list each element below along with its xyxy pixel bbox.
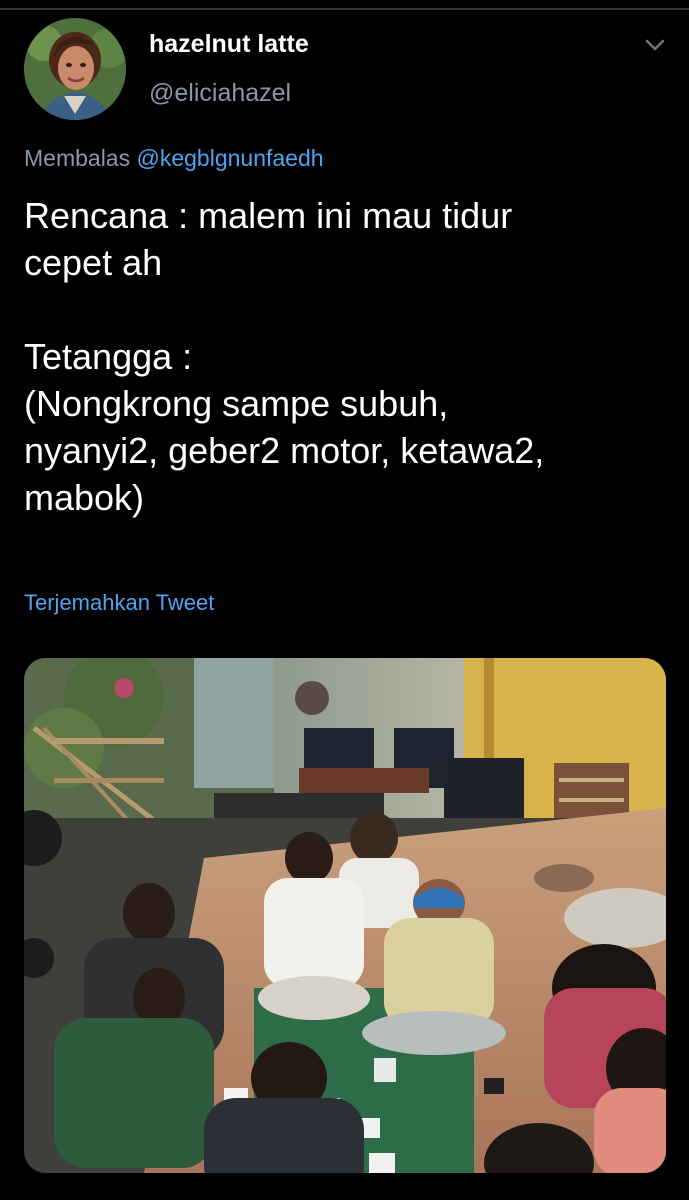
tweet-text: Rencana : malem ini mau tidur cepet ah T…	[24, 195, 545, 518]
translate-tweet-link[interactable]: Terjemahkan Tweet	[24, 590, 214, 616]
user-handle[interactable]: @eliciahazel	[149, 79, 291, 108]
avatar[interactable]	[24, 18, 126, 120]
avatar-image	[24, 18, 126, 120]
reply-prefix: Membalas	[24, 145, 131, 171]
reply-mention-link[interactable]: @kegblgnunfaedh	[137, 145, 324, 171]
top-divider	[0, 8, 689, 10]
reply-context: Membalas @kegblgnunfaedh	[24, 145, 324, 172]
display-name[interactable]: hazelnut latte	[149, 30, 309, 59]
tweet-photo-image	[24, 658, 666, 1173]
tweet-photo[interactable]	[24, 658, 666, 1173]
chevron-down-icon[interactable]	[641, 34, 669, 56]
